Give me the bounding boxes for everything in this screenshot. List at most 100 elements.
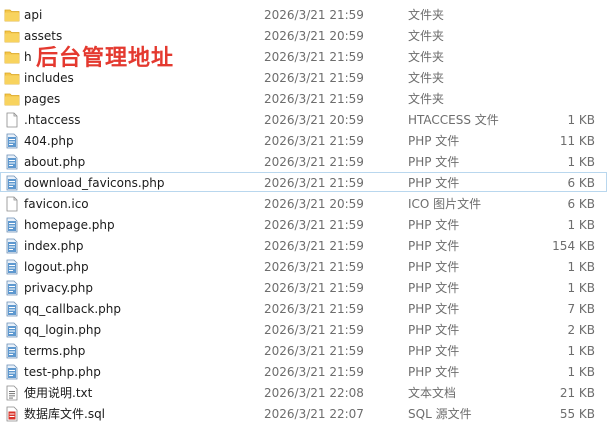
file-size: 7 KB xyxy=(567,302,595,316)
file-date-modified: 2026/3/21 21:59 xyxy=(264,344,364,358)
file-date-modified: 2026/3/21 21:59 xyxy=(264,323,364,337)
file-type: 文件夹 xyxy=(408,29,445,43)
file-type: HTACCESS 文件 xyxy=(408,113,499,127)
file-name: favicon.ico xyxy=(24,197,89,211)
php-file-icon xyxy=(4,343,20,359)
file-name: 数据库文件.sql xyxy=(24,407,106,421)
file-date-modified: 2026/3/21 21:59 xyxy=(264,239,364,253)
file-row[interactable]: terms.php 2026/3/21 21:59 PHP 文件 1 KB xyxy=(0,340,607,360)
file-date-modified: 2026/3/21 21:59 xyxy=(264,92,364,106)
file-name: h xyxy=(24,50,32,64)
file-date-modified: 2026/3/21 21:59 xyxy=(264,281,364,295)
file-type: PHP 文件 xyxy=(408,260,460,274)
file-type: PHP 文件 xyxy=(408,239,460,253)
file-type: PHP 文件 xyxy=(408,344,460,358)
file-type: 文件夹 xyxy=(408,71,445,85)
file-name: api xyxy=(24,8,43,22)
file-row[interactable]: 404.php 2026/3/21 21:59 PHP 文件 11 KB xyxy=(0,130,607,150)
php-file-icon xyxy=(4,238,20,254)
file-name: homepage.php xyxy=(24,218,115,232)
file-size: 1 KB xyxy=(567,344,595,358)
file-date-modified: 2026/3/21 21:59 xyxy=(264,71,364,85)
file-size: 11 KB xyxy=(559,134,595,148)
php-file-icon xyxy=(4,154,20,170)
file-row[interactable]: qq_login.php 2026/3/21 21:59 PHP 文件 2 KB xyxy=(0,319,607,339)
file-date-modified: 2026/3/21 21:59 xyxy=(264,260,364,274)
file-size: 55 KB xyxy=(559,407,595,421)
file-name: download_favicons.php xyxy=(24,176,165,190)
file-name: about.php xyxy=(24,155,86,169)
php-file-icon xyxy=(4,301,20,317)
file-name: logout.php xyxy=(24,260,89,274)
file-type: 文件夹 xyxy=(408,92,445,106)
file-date-modified: 2026/3/21 21:59 xyxy=(264,302,364,316)
file-name: privacy.php xyxy=(24,281,93,295)
file-name: pages xyxy=(24,92,61,106)
blank-file-icon xyxy=(4,112,20,128)
file-size: 2 KB xyxy=(567,323,595,337)
php-file-icon xyxy=(4,133,20,149)
file-type: PHP 文件 xyxy=(408,134,460,148)
php-file-icon xyxy=(4,322,20,338)
folder-icon xyxy=(4,70,20,86)
file-row[interactable]: api 2026/3/21 21:59 文件夹 xyxy=(0,4,607,24)
file-date-modified: 2026/3/21 21:59 xyxy=(264,176,364,190)
file-size: 1 KB xyxy=(567,281,595,295)
file-name: qq_callback.php xyxy=(24,302,122,316)
php-file-icon xyxy=(4,217,20,233)
file-size: 154 KB xyxy=(552,239,595,253)
file-size: 6 KB xyxy=(567,197,595,211)
file-type: PHP 文件 xyxy=(408,323,460,337)
folder-icon xyxy=(4,28,20,44)
file-row[interactable]: 使用说明.txt 2026/3/21 22:08 文本文档 21 KB xyxy=(0,382,607,402)
file-row[interactable]: 数据库文件.sql 2026/3/21 22:07 SQL 源文件 55 KB xyxy=(0,403,607,423)
file-type: 文本文档 xyxy=(408,386,457,400)
file-size: 1 KB xyxy=(567,218,595,232)
file-type: ICO 图片文件 xyxy=(408,197,482,211)
folder-icon xyxy=(4,91,20,107)
file-type: SQL 源文件 xyxy=(408,407,472,421)
file-type: PHP 文件 xyxy=(408,218,460,232)
php-file-icon xyxy=(4,364,20,380)
admin-address-annotation: 后台管理地址 xyxy=(36,46,175,71)
file-row[interactable]: about.php 2026/3/21 21:59 PHP 文件 1 KB xyxy=(0,151,607,171)
file-row[interactable]: favicon.ico 2026/3/21 20:59 ICO 图片文件 6 KB xyxy=(0,193,607,213)
blank-file-icon xyxy=(4,196,20,212)
sql-file-icon xyxy=(4,406,20,422)
file-row[interactable]: test-php.php 2026/3/21 21:59 PHP 文件 1 KB xyxy=(0,361,607,381)
file-name: 404.php xyxy=(24,134,74,148)
file-name: 使用说明.txt xyxy=(24,386,93,400)
file-name: index.php xyxy=(24,239,84,253)
file-date-modified: 2026/3/21 20:59 xyxy=(264,197,364,211)
file-size: 21 KB xyxy=(559,386,595,400)
folder-icon xyxy=(4,49,20,65)
file-type: 文件夹 xyxy=(408,50,445,64)
file-date-modified: 2026/3/21 21:59 xyxy=(264,8,364,22)
file-row[interactable]: homepage.php 2026/3/21 21:59 PHP 文件 1 KB xyxy=(0,214,607,234)
file-date-modified: 2026/3/21 21:59 xyxy=(264,134,364,148)
file-row[interactable]: qq_callback.php 2026/3/21 21:59 PHP 文件 7 KB xyxy=(0,298,607,318)
file-date-modified: 2026/3/21 21:59 xyxy=(264,155,364,169)
text-file-icon xyxy=(4,385,20,401)
file-date-modified: 2026/3/21 21:59 xyxy=(264,50,364,64)
file-row[interactable]: index.php 2026/3/21 21:59 PHP 文件 154 KB xyxy=(0,235,607,255)
file-date-modified: 2026/3/21 21:59 xyxy=(264,365,364,379)
file-size: 1 KB xyxy=(567,155,595,169)
file-date-modified: 2026/3/21 21:59 xyxy=(264,218,364,232)
file-name: terms.php xyxy=(24,344,86,358)
file-row[interactable]: download_favicons.php 2026/3/21 21:59 PHP … xyxy=(0,172,607,192)
file-name: .htaccess xyxy=(24,113,81,127)
file-size: 1 KB xyxy=(567,365,595,379)
file-date-modified: 2026/3/21 22:08 xyxy=(264,386,364,400)
file-row[interactable]: privacy.php 2026/3/21 21:59 PHP 文件 1 KB xyxy=(0,277,607,297)
file-type: PHP 文件 xyxy=(408,176,460,190)
file-type: PHP 文件 xyxy=(408,281,460,295)
file-type: PHP 文件 xyxy=(408,302,460,316)
file-type: 文件夹 xyxy=(408,8,445,22)
file-name: qq_login.php xyxy=(24,323,102,337)
file-date-modified: 2026/3/21 22:07 xyxy=(264,407,364,421)
file-row[interactable]: logout.php 2026/3/21 21:59 PHP 文件 1 KB xyxy=(0,256,607,276)
file-row[interactable]: pages 2026/3/21 21:59 文件夹 xyxy=(0,88,607,108)
file-name: test-php.php xyxy=(24,365,101,379)
file-row[interactable]: .htaccess 2026/3/21 20:59 HTACCESS 文件 1 KB xyxy=(0,109,607,129)
